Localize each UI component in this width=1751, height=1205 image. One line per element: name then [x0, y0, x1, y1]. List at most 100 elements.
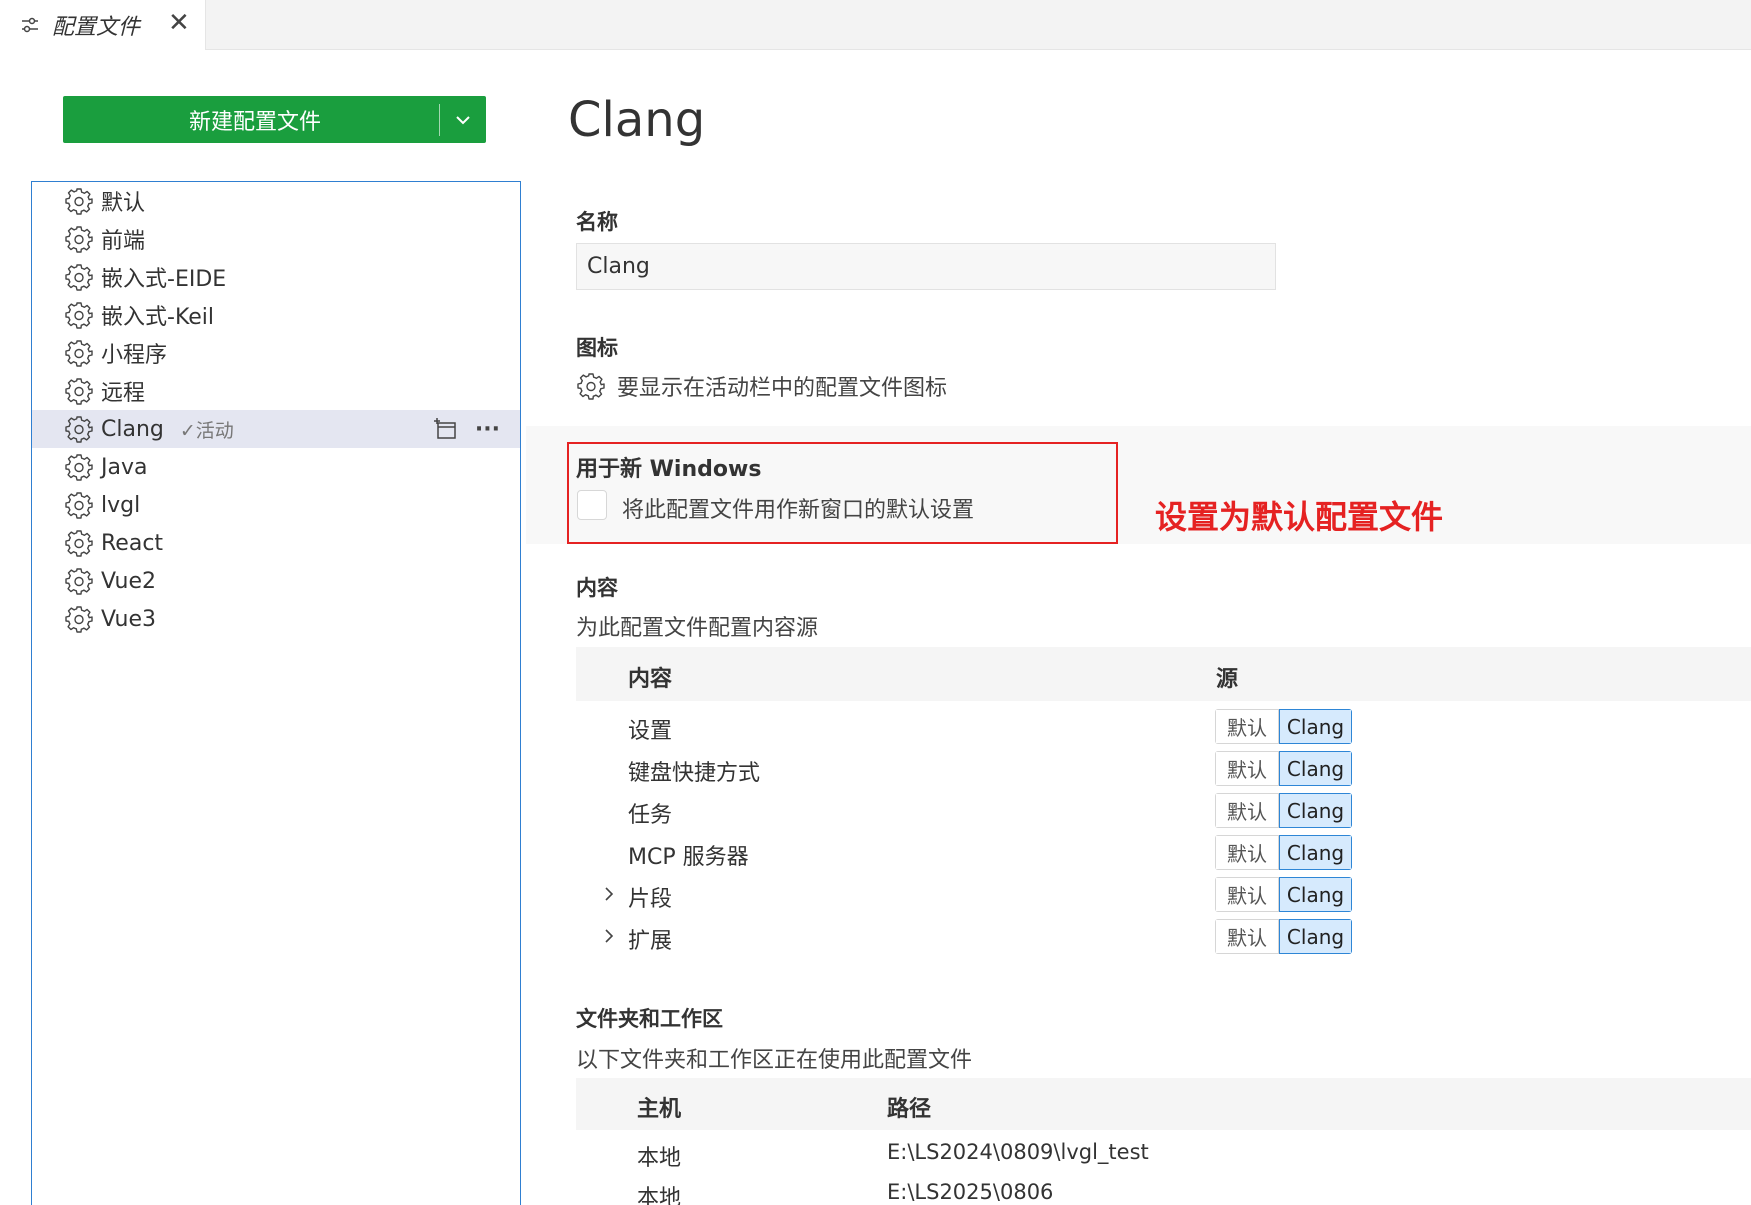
source-option-profile[interactable]: Clang	[1279, 919, 1352, 954]
source-toggle: 默认 Clang	[1215, 835, 1352, 870]
chevron-down-icon	[456, 115, 470, 124]
profile-item-embedded-keil[interactable]: 嵌入式-Keil	[32, 296, 520, 334]
content-row-label: 扩展	[628, 929, 673, 954]
name-field[interactable]: Clang	[576, 243, 1276, 290]
source-option-default[interactable]: 默认	[1215, 751, 1279, 786]
content-row-settings: 设置 默认 Clang	[576, 707, 1751, 747]
close-icon[interactable]: ✕	[168, 8, 190, 38]
new-profile-dropdown[interactable]	[440, 96, 486, 143]
gear-icon	[65, 187, 93, 215]
source-toggle: 默认 Clang	[1215, 919, 1352, 954]
profile-item-miniprogram[interactable]: 小程序	[32, 334, 520, 372]
profile-item-vue3[interactable]: Vue3	[32, 600, 520, 638]
gear-icon	[65, 605, 93, 633]
profile-label: Vue3	[101, 606, 157, 632]
column-header-path: 路径	[887, 1097, 932, 1122]
content-row-label: 键盘快捷方式	[628, 761, 761, 786]
tab-profiles[interactable]: 配置文件 ✕	[0, 0, 206, 50]
source-toggle: 默认 Clang	[1215, 751, 1352, 786]
profile-item-clang[interactable]: Clang ✓活动 ···	[32, 410, 520, 448]
gear-icon	[65, 377, 93, 405]
gear-icon	[65, 415, 93, 443]
source-option-profile[interactable]: Clang	[1279, 709, 1352, 744]
column-header-source: 源	[1216, 667, 1239, 692]
source-option-default[interactable]: 默认	[1215, 793, 1279, 828]
more-actions-icon[interactable]: ···	[475, 417, 500, 442]
gear-icon	[65, 567, 93, 595]
page-title: Clang	[568, 92, 706, 148]
content-description: 为此配置文件配置内容源	[576, 616, 819, 641]
profile-label: Vue2	[101, 568, 157, 594]
profile-label: 小程序	[101, 343, 168, 368]
gear-icon	[65, 491, 93, 519]
source-option-profile[interactable]: Clang	[1279, 751, 1352, 786]
profile-item-frontend[interactable]: 前端	[32, 220, 520, 258]
content-row-label: 片段	[628, 887, 673, 912]
annotation-text: 设置为默认配置文件	[1155, 498, 1444, 536]
tab-label: 配置文件	[52, 15, 141, 40]
profile-item-vue2[interactable]: Vue2	[32, 562, 520, 600]
folders-label: 文件夹和工作区	[576, 1007, 723, 1031]
profile-label: React	[101, 530, 164, 556]
content-label: 内容	[576, 576, 618, 600]
content-row-extensions: 扩展 默认 Clang	[576, 917, 1751, 957]
folder-host: 本地	[637, 1186, 682, 1205]
source-option-default[interactable]: 默认	[1215, 709, 1279, 744]
profile-label: 远程	[101, 381, 146, 406]
profile-label: 嵌入式-Keil	[101, 305, 215, 330]
chevron-right-icon[interactable]	[600, 885, 618, 903]
profile-label: 前端	[101, 229, 146, 254]
gear-icon	[65, 339, 93, 367]
chevron-right-icon[interactable]	[600, 927, 618, 945]
icon-label: 图标	[576, 336, 618, 360]
gear-icon	[65, 225, 93, 253]
source-option-default[interactable]: 默认	[1215, 919, 1279, 954]
editor-tab-bar: 配置文件 ✕	[0, 0, 1751, 50]
profile-label: 默认	[101, 191, 146, 216]
gear-icon	[65, 529, 93, 557]
profile-label: 嵌入式-EIDE	[101, 267, 227, 292]
name-label: 名称	[576, 210, 618, 234]
gear-icon	[65, 301, 93, 329]
folder-path[interactable]: E:\LS2024\0809\lvgl_test	[887, 1140, 1149, 1164]
column-header-content: 内容	[628, 667, 673, 692]
content-row-label: 任务	[628, 803, 673, 828]
source-option-default[interactable]: 默认	[1215, 835, 1279, 870]
content-row-label: 设置	[628, 719, 673, 744]
source-option-profile[interactable]: Clang	[1279, 877, 1352, 912]
settings-sliders-icon	[22, 17, 38, 33]
new-profile-button-label: 新建配置文件	[188, 109, 321, 135]
profile-item-default[interactable]: 默认	[32, 182, 520, 220]
column-header-host: 主机	[637, 1097, 682, 1122]
source-toggle: 默认 Clang	[1215, 709, 1352, 744]
new-window-icon[interactable]	[433, 416, 459, 442]
icon-description: 要显示在活动栏中的配置文件图标	[617, 376, 948, 401]
gear-icon[interactable]	[577, 372, 605, 400]
profile-label: lvgl	[101, 492, 141, 518]
new-profile-button[interactable]: 新建配置文件	[63, 96, 486, 143]
folders-table-header: 主机 路径	[576, 1078, 1751, 1130]
profile-item-remote[interactable]: 远程	[32, 372, 520, 410]
profile-label: Java	[101, 454, 148, 480]
profile-list: 默认 前端 嵌入式-EIDE 嵌入式-Keil 小程序 远程 Clang ✓活动…	[31, 181, 521, 1205]
profile-item-react[interactable]: React	[32, 524, 520, 562]
content-row-snippets: 片段 默认 Clang	[576, 875, 1751, 915]
profile-item-java[interactable]: Java	[32, 448, 520, 486]
folders-description: 以下文件夹和工作区正在使用此配置文件	[576, 1048, 973, 1073]
content-row-tasks: 任务 默认 Clang	[576, 791, 1751, 831]
source-option-default[interactable]: 默认	[1215, 877, 1279, 912]
source-option-profile[interactable]: Clang	[1279, 835, 1352, 870]
icon-picker-row: 要显示在活动栏中的配置文件图标	[577, 370, 947, 402]
content-table-header: 内容 源	[576, 647, 1751, 701]
profile-item-embedded-eide[interactable]: 嵌入式-EIDE	[32, 258, 520, 296]
annotation-highlight-box	[567, 442, 1118, 544]
profile-item-lvgl[interactable]: lvgl	[32, 486, 520, 524]
content-row-keybindings: 键盘快捷方式 默认 Clang	[576, 749, 1751, 789]
gear-icon	[65, 263, 93, 291]
source-option-profile[interactable]: Clang	[1279, 793, 1352, 828]
source-toggle: 默认 Clang	[1215, 793, 1352, 828]
folder-path[interactable]: E:\LS2025\0806	[887, 1180, 1053, 1204]
profile-label: Clang	[101, 416, 164, 442]
active-badge: ✓活动	[179, 419, 234, 442]
gear-icon	[65, 453, 93, 481]
